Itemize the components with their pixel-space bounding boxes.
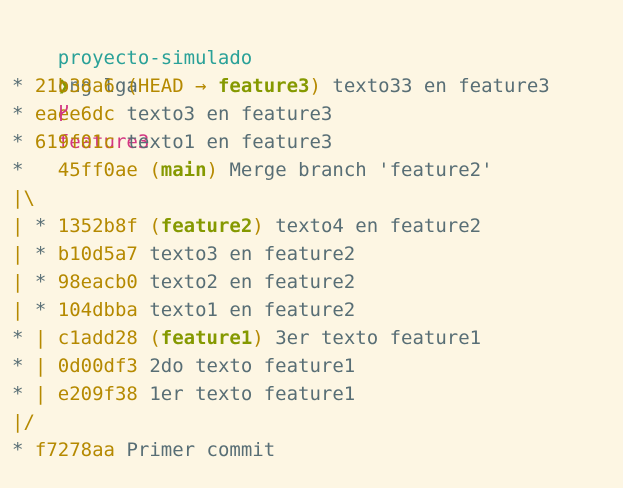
graph-commit-marker: * — [12, 327, 24, 349]
commit-message: texto3 en feature2 — [149, 243, 356, 265]
graph-commit-marker: * — [12, 75, 24, 97]
graph-spacer — [23, 75, 34, 97]
commit-line: | * 98eacb0 texto2 en feature2 — [12, 268, 623, 296]
ref-open: ( — [149, 159, 161, 181]
graph-connector: |/ — [12, 411, 35, 433]
ref-open: (HEAD → — [126, 75, 218, 97]
ref-close: ) — [252, 215, 264, 237]
commit-line: * 45ff0ae (main) Merge branch 'feature2' — [12, 156, 623, 184]
commit-message: 3er texto feature1 — [275, 327, 482, 349]
commit-line: * f7278aa Primer commit — [12, 436, 623, 464]
graph-commit-marker: * — [12, 355, 24, 377]
graph-commit-marker: * — [12, 439, 24, 461]
graph-commit-marker: * — [34, 299, 47, 321]
commit-message: texto1 en feature3 — [126, 131, 333, 153]
graph-commit-marker: * — [34, 271, 47, 293]
commit-message: 2do texto feature1 — [149, 355, 356, 377]
commit-hash: e209f38 — [57, 383, 138, 405]
graph-spacer — [23, 159, 57, 181]
graph-spacer — [23, 103, 34, 125]
commit-line: * 619f01c texto1 en feature3 — [12, 128, 623, 156]
git-log-output: * 21b38a6 (HEAD → feature3) texto33 en f… — [12, 72, 623, 464]
graph-branch-line: | — [12, 243, 35, 265]
commit-hash: b10d5a7 — [57, 243, 138, 265]
graph-connector-line: |/ — [12, 408, 623, 436]
commit-message: 1er texto feature1 — [149, 383, 356, 405]
graph-commit-marker: * — [34, 243, 47, 265]
commit-message: texto4 en feature2 — [275, 215, 482, 237]
commit-hash: eaee6dc — [34, 103, 115, 125]
branch-ref: feature3 — [217, 75, 310, 97]
commit-message: texto2 en feature2 — [149, 271, 356, 293]
commit-message: texto1 en feature2 — [149, 299, 356, 321]
commit-line: | * 104dbba texto1 en feature2 — [12, 296, 623, 324]
terminal-window[interactable]: proyecto-simulado on feature3 ❯ g lga * … — [0, 0, 623, 464]
commit-line: | * 1352b8f (feature2) texto4 en feature… — [12, 212, 623, 240]
graph-spacer — [46, 299, 57, 321]
ref-close: ) — [309, 75, 321, 97]
commit-line: * | 0d00df3 2do texto feature1 — [12, 352, 623, 380]
graph-spacer — [46, 243, 57, 265]
commit-line: | * b10d5a7 texto3 en feature2 — [12, 240, 623, 268]
graph-spacer — [23, 439, 34, 461]
graph-commit-marker: * — [12, 131, 24, 153]
commit-hash: c1add28 — [57, 327, 138, 349]
branch-ref: main — [160, 159, 207, 181]
commit-message: Merge branch 'feature2' — [229, 159, 493, 181]
git-branch-icon — [58, 99, 70, 127]
commit-hash: 45ff0ae — [57, 159, 138, 181]
graph-commit-marker: * — [12, 103, 24, 125]
commit-hash: 1352b8f — [57, 215, 138, 237]
commit-hash: 98eacb0 — [57, 271, 138, 293]
commit-hash: 0d00df3 — [57, 355, 138, 377]
commit-hash: f7278aa — [34, 439, 115, 461]
commit-message: texto33 en feature3 — [332, 75, 550, 97]
graph-branch-line: | — [12, 299, 35, 321]
commit-line: * | c1add28 (feature1) 3er texto feature… — [12, 324, 623, 352]
graph-spacer: | — [23, 355, 58, 377]
commit-message: Primer commit — [126, 439, 276, 461]
graph-spacer: | — [23, 327, 58, 349]
commit-hash: 104dbba — [57, 299, 138, 321]
commit-hash: 21b38a6 — [34, 75, 115, 97]
prompt-context-line: proyecto-simulado on feature3 — [12, 16, 623, 153]
commit-line: * eaee6dc texto3 en feature3 — [12, 100, 623, 128]
graph-commit-marker: * — [12, 159, 24, 181]
graph-commit-marker: * — [12, 383, 24, 405]
graph-connector-line: |\ — [12, 184, 623, 212]
graph-spacer — [23, 131, 34, 153]
prompt-directory: proyecto-simulado — [57, 47, 253, 69]
ref-open: ( — [149, 327, 161, 349]
graph-spacer: | — [23, 383, 58, 405]
ref-close: ) — [206, 159, 218, 181]
graph-branch-line: | — [12, 271, 35, 293]
ref-open: ( — [149, 215, 161, 237]
graph-spacer — [46, 271, 57, 293]
branch-ref: feature1 — [160, 327, 253, 349]
branch-ref: feature2 — [160, 215, 253, 237]
commit-line: * 21b38a6 (HEAD → feature3) texto33 en f… — [12, 72, 623, 100]
graph-branch-line: | — [12, 215, 35, 237]
commit-hash: 619f01c — [34, 131, 115, 153]
graph-commit-marker: * — [34, 215, 47, 237]
graph-connector: |\ — [12, 187, 35, 209]
commit-line: * | e209f38 1er texto feature1 — [12, 380, 623, 408]
graph-spacer — [46, 215, 57, 237]
ref-close: ) — [252, 327, 264, 349]
commit-message: texto3 en feature3 — [126, 103, 333, 125]
